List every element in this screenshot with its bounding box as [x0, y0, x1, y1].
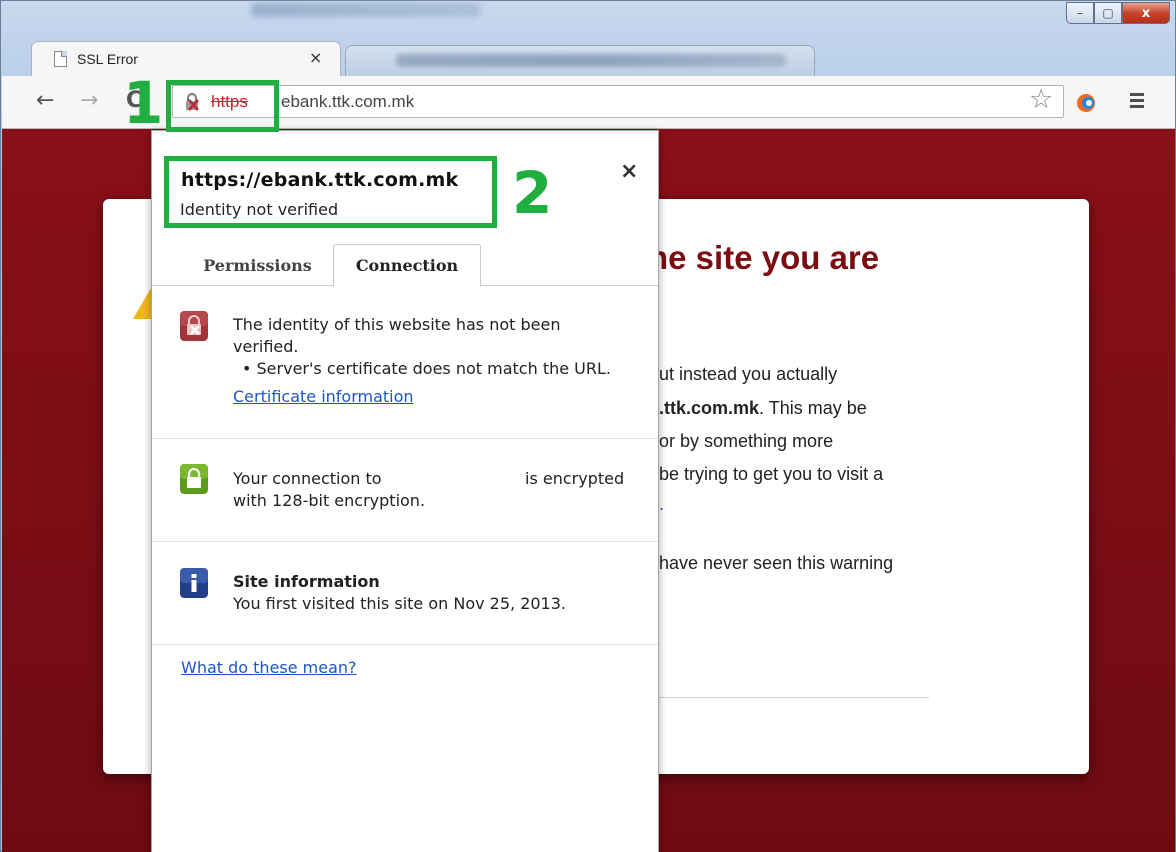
minimize-icon[interactable]: – — [1066, 2, 1094, 24]
info-icon — [180, 568, 208, 598]
page-text-line: be trying to get you to visit a — [659, 464, 884, 484]
bookmark-star-icon[interactable]: ☆ — [1029, 86, 1053, 114]
site-info-text: Site information You first visited this … — [233, 572, 566, 613]
section-divider — [152, 644, 658, 645]
page-text-line: have never seen this warning — [659, 553, 894, 573]
page-text-line: .ttk.com.mk. This may be — [659, 398, 867, 418]
address-bar[interactable]: https ebank.ttk.com.mk — [172, 85, 1064, 118]
forward-icon[interactable]: → — [80, 90, 98, 112]
url-host: ebank.ttk.com.mk — [281, 92, 415, 111]
annotation-number-1: 1 — [123, 69, 164, 137]
popup-close-icon[interactable]: × — [620, 159, 638, 184]
window-controls: – ▢ x — [1066, 2, 1170, 24]
extension-icon[interactable] — [1076, 93, 1096, 113]
section-divider — [152, 541, 658, 542]
page-link-fragment[interactable]: . — [659, 494, 664, 515]
connection-text: Your connection to is encrypted with 128… — [233, 469, 625, 510]
page-heading: he site you are — [648, 239, 880, 276]
menu-icon[interactable] — [1130, 91, 1150, 111]
tab-ssl-error[interactable]: SSL Error × — [31, 41, 341, 76]
identity-error-icon — [180, 311, 208, 341]
tab-permissions[interactable]: Permissions — [180, 244, 335, 286]
section-divider — [152, 438, 658, 439]
tab-connection[interactable]: Connection — [333, 244, 481, 287]
tab-blurred-title — [396, 54, 786, 67]
lock-icon — [180, 464, 208, 494]
back-icon[interactable]: ← — [36, 90, 54, 112]
close-icon[interactable]: x — [1122, 2, 1170, 24]
site-info-popup: https://ebank.ttk.com.mk Identity not ve… — [151, 130, 659, 852]
annotation-box-1 — [166, 80, 279, 132]
page-text-line: ut instead you actually — [659, 364, 838, 384]
annotation-number-2: 2 — [512, 159, 553, 227]
page-icon — [54, 51, 67, 67]
browser-screenshot: – ▢ x SSL Error × ← → C https ebank.ttk.… — [0, 0, 1176, 852]
what-do-these-mean-link[interactable]: What do these mean? — [181, 658, 357, 677]
divider — [659, 697, 929, 698]
tab-title: SSL Error — [77, 51, 138, 67]
page-text-line: or by something more — [659, 431, 834, 451]
annotation-box-2 — [164, 156, 497, 228]
popup-tabs: Permissions Connection — [152, 244, 658, 287]
maximize-icon[interactable]: ▢ — [1094, 2, 1122, 24]
browser-window: – ▢ x SSL Error × ← → C https ebank.ttk.… — [0, 0, 1176, 852]
tab-close-icon[interactable]: × — [309, 48, 322, 67]
identity-text: The identity of this website has not bee… — [233, 315, 611, 378]
certificate-info-link[interactable]: Certificate information — [233, 387, 414, 406]
background-window-title — [251, 3, 481, 17]
tab-background[interactable] — [345, 45, 815, 76]
